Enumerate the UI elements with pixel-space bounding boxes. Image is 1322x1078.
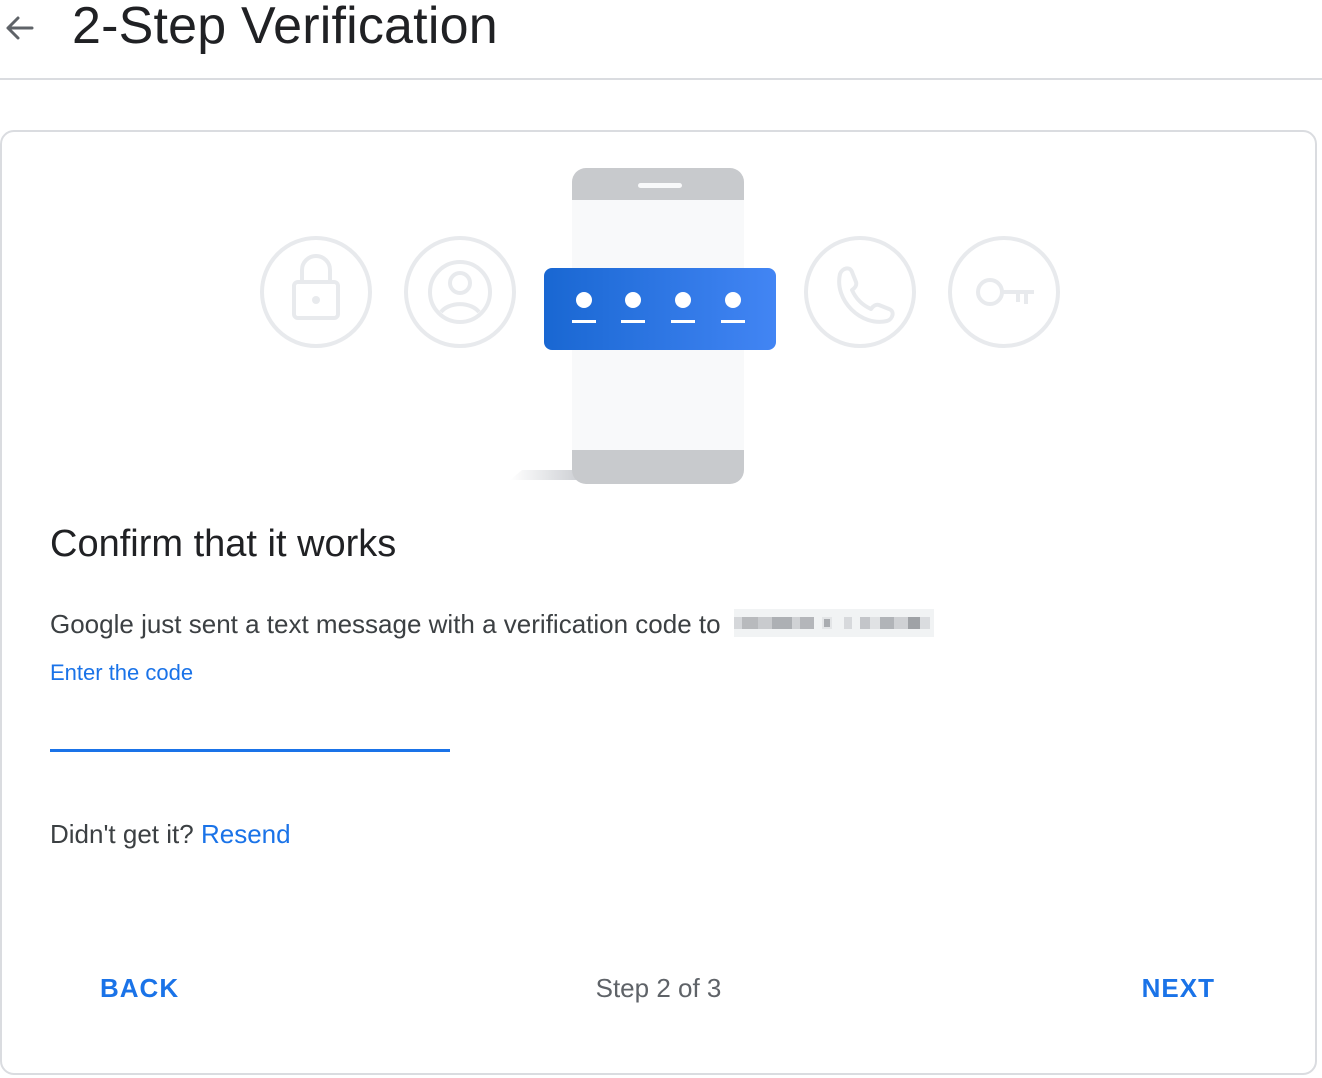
message-text: Google just sent a text message with a v… bbox=[50, 609, 721, 639]
step-indicator: Step 2 of 3 bbox=[595, 973, 722, 1003]
phone-icon bbox=[804, 236, 916, 348]
code-bubble bbox=[544, 268, 776, 350]
verification-card: Confirm that it works Google just sent a… bbox=[0, 130, 1317, 1075]
page-header: 2-Step Verification bbox=[0, 0, 1322, 80]
back-button[interactable]: BACK bbox=[100, 970, 179, 1006]
lock-icon bbox=[260, 236, 372, 348]
next-button[interactable]: NEXT bbox=[1142, 970, 1215, 1006]
verification-code-input[interactable] bbox=[50, 702, 450, 752]
account-icon bbox=[404, 236, 516, 348]
redacted-phone-number bbox=[733, 609, 934, 638]
key-icon bbox=[948, 236, 1060, 348]
arrow-back-icon[interactable] bbox=[0, 8, 40, 48]
resend-prompt: Didn't get it? bbox=[50, 819, 194, 849]
code-input-label: Enter the code bbox=[50, 660, 194, 685]
resend-link[interactable]: Resend bbox=[201, 819, 291, 849]
page-title: 2-Step Verification bbox=[72, 0, 498, 55]
confirm-title: Confirm that it works bbox=[50, 523, 397, 565]
verification-illustration bbox=[260, 168, 1060, 484]
resend-row: Didn't get it? Resend bbox=[50, 816, 291, 852]
verification-message: Google just sent a text message with a v… bbox=[50, 606, 934, 642]
